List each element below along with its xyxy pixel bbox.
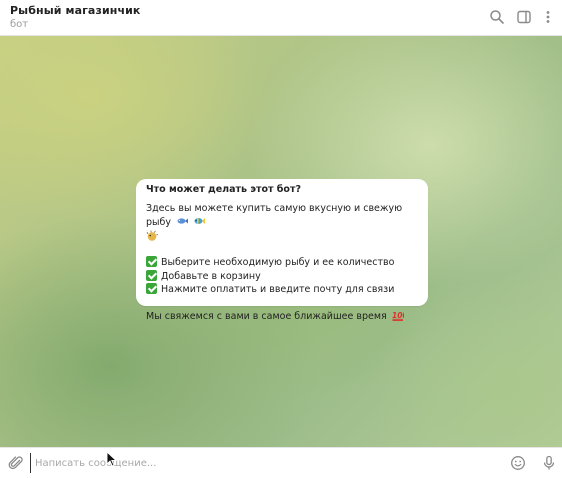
microphone-icon[interactable] bbox=[541, 455, 557, 471]
tropical-fish-emoji bbox=[194, 218, 206, 224]
chat-background: Что может делать этот бот? Здесь вы може… bbox=[0, 36, 562, 447]
message-composer bbox=[0, 447, 562, 478]
bubble-intro-cont bbox=[146, 230, 418, 245]
footer-text: Мы свяжемся с вами в самое ближайшее вре… bbox=[146, 310, 387, 322]
chat-subtitle: бот bbox=[10, 19, 29, 30]
sidebar-toggle-icon[interactable] bbox=[516, 9, 532, 25]
step-item: Нажмите оплатить и введите почту для свя… bbox=[146, 283, 418, 297]
paperclip-icon[interactable] bbox=[8, 455, 24, 471]
svg-text:100: 100 bbox=[392, 311, 404, 320]
more-vertical-icon[interactable] bbox=[540, 9, 556, 25]
step-item: Выберите необходимую рыбу и ее количеств… bbox=[146, 256, 418, 270]
blowfish-emoji bbox=[146, 230, 158, 241]
bot-description-bubble: Что может делать этот бот? Здесь вы може… bbox=[136, 179, 428, 322]
step-item: Добавьте в корзину bbox=[146, 269, 418, 284]
fish-emoji bbox=[177, 218, 189, 224]
bubble-footer: Мы свяжемся с вами в самое ближайшее вре… bbox=[146, 309, 418, 324]
check-mark-button-emoji bbox=[146, 269, 157, 281]
chat-title[interactable]: Рыбный магазинчик bbox=[10, 4, 140, 17]
check-mark-button-emoji bbox=[146, 283, 157, 294]
step-text: Нажмите оплатить и введите почту для свя… bbox=[161, 284, 395, 295]
bubble-title: Что может делать этот бот? bbox=[146, 184, 301, 195]
step-text: Добавьте в корзину bbox=[161, 270, 261, 282]
bubble-intro: Здесь вы можете купить самую вкусную и с… bbox=[146, 203, 418, 230]
smile-icon[interactable] bbox=[510, 455, 526, 471]
chat-header: Рыбный магазинчик бот bbox=[0, 0, 562, 36]
step-text: Выберите необходимую рыбу и ее количеств… bbox=[161, 257, 395, 268]
message-input[interactable] bbox=[30, 453, 465, 473]
search-icon[interactable] bbox=[489, 9, 505, 25]
check-mark-button-emoji bbox=[146, 256, 157, 267]
hundred-points-emoji: 100 bbox=[392, 311, 404, 321]
